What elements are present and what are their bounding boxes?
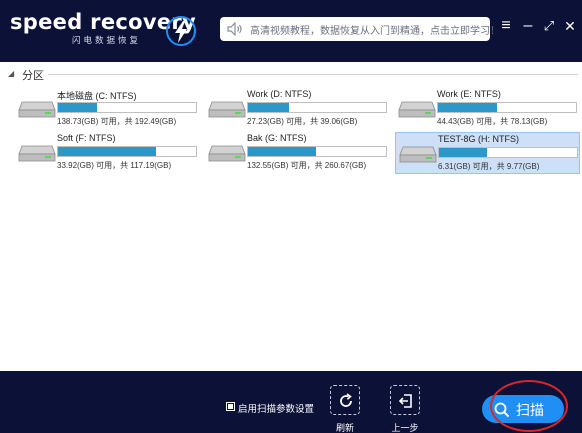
drive-usage-text: 6.31(GB) 可用，共 9.77(GB) [438, 162, 540, 171]
drive-label: Work (D: NTFS) [247, 89, 312, 99]
drive-item[interactable]: Work (D: NTFS) 27.23(GB) 可用，共 39.06(GB) [205, 88, 390, 130]
hard-disk-icon [398, 99, 436, 124]
hard-disk-icon [208, 143, 246, 168]
title-bar: speed recovery 闪电数据恢复 高清视频教程，数据恢复从入门到精通，… [0, 0, 582, 62]
divider [48, 74, 578, 75]
logo-subtitle: 闪电数据恢复 [72, 35, 142, 45]
drive-usage-text: 138.73(GB) 可用，共 192.49(GB) [57, 117, 177, 126]
checkbox-mark [228, 404, 233, 409]
drive-usage-text: 33.92(GB) 可用，共 117.19(GB) [57, 161, 172, 170]
scan-settings-checkbox[interactable] [226, 402, 235, 411]
drive-capacity-bar [438, 147, 578, 158]
refresh-button[interactable] [330, 385, 360, 415]
drive-capacity-fill [248, 147, 316, 156]
drive-capacity-bar [437, 102, 577, 113]
drive-label: TEST-8G (H: NTFS) [438, 134, 519, 144]
drive-usage-text: 132.55(GB) 可用，共 260.67(GB) [247, 161, 367, 170]
drive-item[interactable]: Soft (F: NTFS) 33.92(GB) 可用，共 117.19(GB) [15, 132, 200, 174]
speaker-icon [227, 21, 243, 41]
drive-capacity-bar [247, 102, 387, 113]
menu-icon[interactable]: ≡ [497, 16, 515, 36]
drive-label: Soft (F: NTFS) [57, 133, 116, 143]
scan-settings-label[interactable]: 启用扫描参数设置 [238, 401, 314, 415]
drive-capacity-bar [247, 146, 387, 157]
highlight-annotation-ring [490, 380, 568, 432]
drive-usage-text: 44.43(GB) 可用，共 78.13(GB) [437, 117, 548, 126]
hard-disk-icon [399, 144, 437, 169]
lightning-bolt-icon [166, 16, 196, 46]
refresh-icon [340, 393, 352, 407]
drive-usage-text: 27.23(GB) 可用，共 39.06(GB) [247, 117, 358, 126]
drive-item[interactable]: TEST-8G (H: NTFS) 6.31(GB) 可用，共 9.77(GB) [395, 132, 580, 174]
drive-label: 本地磁盘 (C: NTFS) [57, 91, 137, 101]
hard-disk-icon [18, 99, 56, 124]
refresh-label[interactable]: 刷新 [325, 421, 365, 433]
minimize-icon[interactable]: – [519, 16, 537, 36]
collapse-arrow-icon[interactable]: ◢ [8, 69, 14, 78]
close-icon[interactable]: ✕ [561, 16, 579, 36]
drive-capacity-fill [58, 147, 156, 156]
drive-label: Work (E: NTFS) [437, 89, 501, 99]
drive-capacity-fill [58, 103, 97, 112]
drive-capacity-bar [57, 102, 197, 113]
back-arrow-icon [398, 394, 412, 408]
drive-capacity-fill [438, 103, 498, 112]
partition-section-header[interactable]: ◢ 分区 [8, 68, 578, 82]
tutorial-notice[interactable]: 高清视频教程，数据恢复从入门到精通，点击立即学习！ [220, 17, 500, 41]
drive-item[interactable]: 本地磁盘 (C: NTFS) 138.73(GB) 可用，共 192.49(GB… [15, 88, 200, 130]
hard-disk-icon [208, 99, 246, 124]
drive-item[interactable]: Work (E: NTFS) 44.43(GB) 可用，共 78.13(GB) [395, 88, 580, 130]
drive-label: Bak (G: NTFS) [247, 133, 307, 143]
hard-disk-icon [18, 143, 56, 168]
drive-item[interactable]: Bak (G: NTFS) 132.55(GB) 可用，共 260.67(GB) [205, 132, 390, 174]
drive-capacity-bar [57, 146, 197, 157]
notice-text: 高清视频教程，数据恢复从入门到精通，点击立即学习！ [250, 26, 500, 37]
drive-capacity-fill [439, 148, 488, 157]
restore-icon[interactable]: ⤢ [540, 16, 558, 36]
back-button[interactable] [390, 385, 420, 415]
partition-section-title: 分区 [22, 70, 44, 82]
back-label[interactable]: 上一步 [385, 421, 425, 433]
drive-capacity-fill [248, 103, 290, 112]
